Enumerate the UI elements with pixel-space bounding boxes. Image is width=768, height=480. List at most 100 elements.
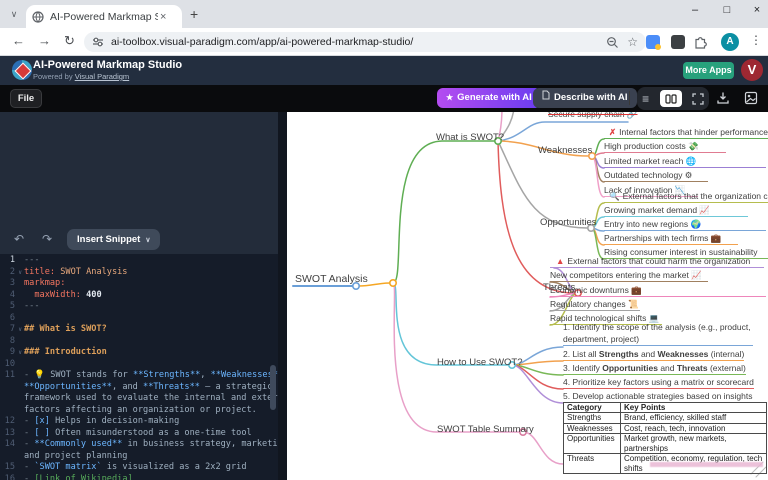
file-menu-button[interactable]: File [10,89,42,108]
visual-paradigm-link[interactable]: Visual Paradigm [75,72,129,81]
code-line: 6 [0,313,278,325]
root-node[interactable]: SWOT Analysis [295,273,368,285]
table-row: OpportunitiesMarket growth, new markets,… [564,434,767,454]
opportunities-item[interactable]: Entry into new regions 🌍 [604,219,766,231]
fullscreen-icon[interactable] [692,93,704,105]
code-line: 12- [x] Helps in decision-making [0,416,278,428]
code-line: 9∨### Introduction [0,347,278,359]
generate-with-ai-button[interactable]: ★ Generate with AI [437,88,541,108]
code-line: factors affecting an organization or pro… [0,405,278,417]
vp-badge[interactable]: V [741,59,763,81]
code-line: 7∨## What is SWOT? [0,324,278,336]
insert-snippet-button[interactable]: Insert Snippet∨ [67,229,160,250]
code-line: 14- **Commonly used** in business strate… [0,439,278,451]
export-image-icon[interactable] [744,91,758,105]
generate-label: Generate with AI [457,92,532,103]
table-row: WeaknessesCost, reach, tech, innovation [564,423,767,433]
code-line: 8 [0,336,278,348]
browser-address-bar: ← → ↻ ai-toolbox.visual-paradigm.com/app… [0,28,768,56]
what-is-swot-node[interactable]: What is SWOT? [436,132,504,143]
back-icon[interactable]: ← [12,33,25,48]
more-apps-button[interactable]: More Apps [683,62,734,79]
profile-avatar[interactable]: A [721,33,739,51]
url-text[interactable]: ai-toolbox.visual-paradigm.com/app/ai-po… [111,36,606,48]
editor-view-icon[interactable]: ≡ [642,92,649,106]
weaknesses-item[interactable]: Outdated technology ⚙ [604,170,708,182]
weaknesses-item[interactable]: Limited market reach 🌐 [604,156,766,168]
browser-tab[interactable]: AI-Powered Markmap Studio × [26,5,182,28]
table-row: StrengthsBrand, efficiency, skilled staf… [564,413,767,423]
weaknesses-item-icon: ✗ [609,127,616,137]
swot-table-summary-node[interactable]: SWOT Table Summary [437,424,534,435]
url-input[interactable]: ai-toolbox.visual-paradigm.com/app/ai-po… [84,32,646,52]
code-line: 1--- [0,255,278,267]
code-line: framework used to evaluate the internal … [0,393,278,405]
code-rows: 1---2∨title: SWOT Analysis3markmap:4 max… [0,255,278,480]
browser-menu-icon[interactable]: ⋮ [750,33,762,47]
chat-extension-icon[interactable] [671,35,685,49]
extensions-puzzle-icon[interactable] [693,34,708,49]
tab-title: AI-Powered Markmap Studio [50,11,158,23]
strengths-item-cut[interactable]: Secure supply chain 🔗 [548,112,638,121]
chevron-down-icon: ∨ [145,237,150,244]
undo-icon[interactable]: ↶ [14,232,24,246]
code-editor[interactable]: 1---2∨title: SWOT Analysis3markmap:4 max… [0,254,278,480]
threats-item[interactable]: Economic downturns 💼 [550,285,766,297]
redo-icon[interactable]: ↷ [42,232,52,246]
editor-scrollbar[interactable] [270,365,276,410]
window-minimize-icon[interactable]: – [685,4,705,16]
table-header: Key Points [621,403,767,413]
weaknesses-item[interactable]: High production costs 💸 [604,141,726,153]
threats-item[interactable]: Regulatory changes 📜 [550,299,640,311]
split-view-icon[interactable] [660,90,682,107]
opportunities-item[interactable]: Growing market demand 📈 [604,205,748,217]
weaknesses-item[interactable]: ✗Internal factors that hinder performanc… [604,127,768,139]
window-close-icon[interactable]: × [747,4,767,16]
opportunities-item[interactable]: 🔍External factors that the organization … [604,191,768,203]
weaknesses-node[interactable]: Weaknesses [538,145,592,156]
code-line: 15- `SWOT matrix` is visualized as a 2x2… [0,462,278,474]
bookmark-star-icon[interactable]: ☆ [627,35,638,49]
window-maximize-icon[interactable]: □ [717,4,737,16]
new-tab-icon[interactable]: + [190,6,198,22]
reload-icon[interactable]: ↻ [64,33,75,49]
app-title: AI-Powered Markmap Studio [33,59,182,71]
document-icon [542,90,550,100]
powered-by-prefix: Powered by [33,72,75,81]
howto-item[interactable]: 3. Identify Opportunities and Threats (e… [563,363,746,375]
describe-label: Describe with AI [554,92,628,103]
howto-item[interactable]: 2. List all Strengths and Weaknesses (in… [563,349,744,361]
howto-item[interactable]: 4. Prioritize key factors using a matrix… [563,377,754,389]
site-settings-icon[interactable] [92,36,104,48]
powered-by: Powered by Visual Paradigm [33,72,129,81]
browser-tab-strip: ∨ AI-Powered Markmap Studio × + – □ × [0,0,768,28]
highlighted-node-partial[interactable] [650,462,763,467]
tab-search-icon[interactable]: ∨ [6,7,22,23]
threats-item[interactable]: New competitors entering the market 📈 [550,270,708,282]
code-line: 3markmap: [0,278,278,290]
threats-item-icon: ▲ [556,256,564,266]
download-icon[interactable] [716,91,730,105]
opportunities-node[interactable]: Opportunities [540,217,597,228]
view-mode-group: ≡ [637,87,709,110]
sparkle-icon: ★ [446,93,453,102]
code-line: 11- 💡 SWOT stands for **Strengths**, **W… [0,370,278,382]
opportunities-item-icon: 🔍 [609,191,620,201]
docs-extension-icon[interactable] [646,35,660,49]
globe-favicon-icon [32,11,44,23]
threats-item[interactable]: ▲External factors that could harm the or… [550,256,764,268]
markdown-editor-panel: ↶ ↷ Insert Snippet∨ 1---2∨title: SWOT An… [0,112,287,480]
opportunities-item[interactable]: Partnerships with tech firms 💼 [604,233,738,245]
code-line: and project planning [0,451,278,463]
forward-icon[interactable]: → [38,33,51,48]
zoom-icon[interactable] [606,36,619,49]
describe-with-ai-button[interactable]: Describe with AI [533,88,637,108]
junction-node-circle[interactable] [390,280,396,286]
code-line: 5--- [0,301,278,313]
mindmap-canvas[interactable]: Secure supply chain 🔗 SWOT Analysis What… [287,112,768,480]
how-to-use-swot-node[interactable]: How to Use SWOT? [437,357,523,368]
howto-item[interactable]: 1. Identify the scope of the analysis (e… [563,322,753,346]
panel-divider[interactable] [278,112,287,480]
code-line: 16- [Link of Wikipedia] [0,474,278,480]
tab-close-icon[interactable]: × [160,11,166,23]
